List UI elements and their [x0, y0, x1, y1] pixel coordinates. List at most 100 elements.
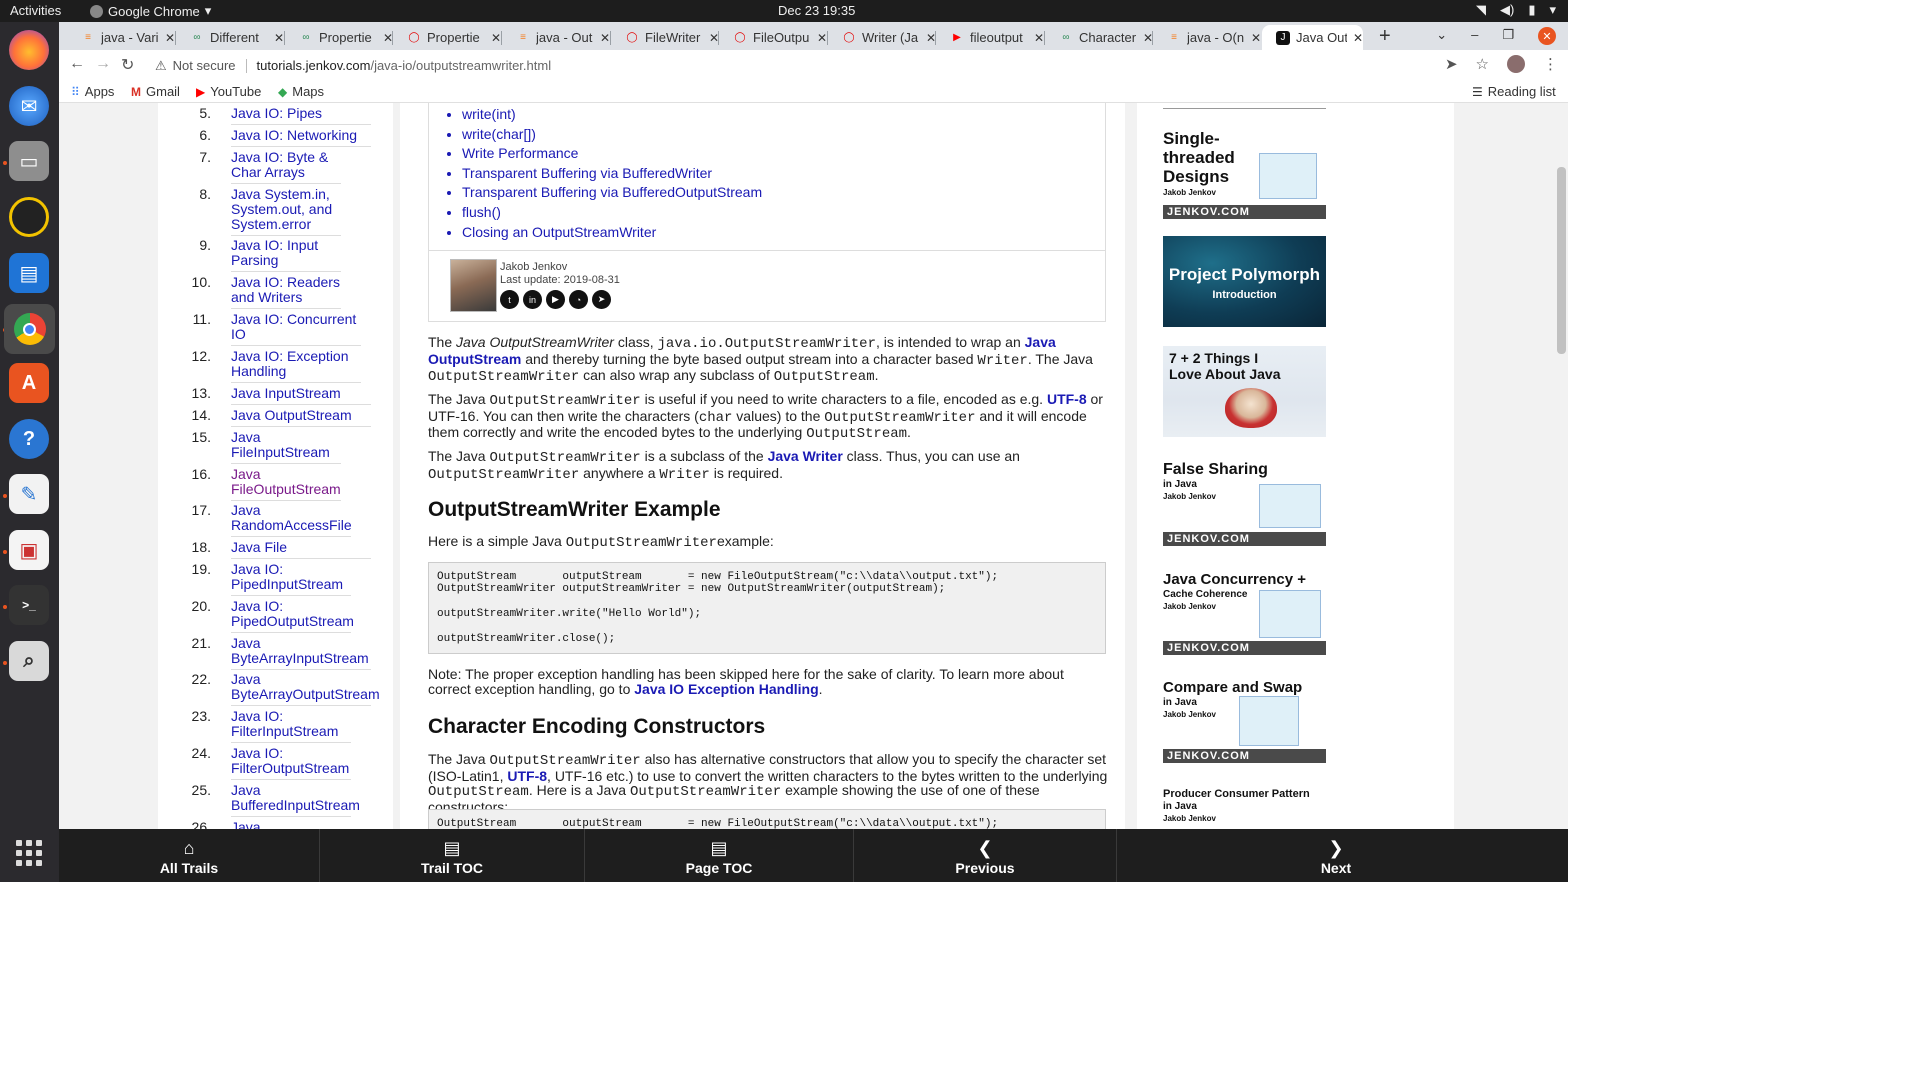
- trail-toc-link[interactable]: Java InputStream: [231, 386, 371, 405]
- close-tab-icon[interactable]: ✕: [817, 31, 827, 45]
- trail-toc-link[interactable]: Java IO: Exception Handling: [231, 349, 361, 383]
- browser-tab[interactable]: ≡ java - Vari ✕: [67, 25, 175, 50]
- thunderbird-icon[interactable]: ✉: [9, 86, 49, 126]
- new-tab-button[interactable]: +: [1379, 25, 1391, 48]
- files-icon[interactable]: ▭: [9, 141, 49, 181]
- close-window-icon[interactable]: ✕: [1538, 27, 1556, 45]
- next-button[interactable]: ❯ Next: [1117, 829, 1555, 882]
- more-menu-icon[interactable]: ⋮: [1543, 55, 1558, 73]
- clock[interactable]: Dec 23 19:35: [778, 3, 855, 18]
- browser-tab[interactable]: ◯ FileOutpu ✕: [719, 25, 827, 50]
- youtube-icon[interactable]: ▶: [546, 290, 565, 309]
- all-trails-button[interactable]: ⌂ All Trails: [59, 829, 319, 882]
- page-toc-link[interactable]: Closing an OutputStreamWriter: [462, 223, 762, 243]
- firefox-icon[interactable]: [9, 30, 49, 70]
- trail-toc-link[interactable]: Java: [231, 820, 371, 830]
- tab-search-icon[interactable]: ⌄: [1436, 27, 1447, 45]
- app-menu[interactable]: Google Chrome ▾: [90, 3, 211, 19]
- close-tab-icon[interactable]: ✕: [1353, 31, 1363, 45]
- browser-tab[interactable]: J Java Outp ✕: [1262, 25, 1363, 50]
- send-icon[interactable]: ➤: [1445, 55, 1458, 73]
- exception-handling-link[interactable]: Java IO Exception Handling: [634, 681, 818, 697]
- ad-single-threaded-designs[interactable]: Single-threaded Designs Jakob Jenkov JEN…: [1163, 129, 1326, 219]
- terminal-icon[interactable]: >_: [9, 585, 49, 625]
- trail-toc-link[interactable]: Java File: [231, 540, 371, 559]
- utf8-link-2[interactable]: UTF-8: [507, 768, 547, 784]
- ad-java-concurrency[interactable]: Java Concurrency + Cache Coherence Jakob…: [1163, 570, 1326, 655]
- page-toc-link[interactable]: write(int): [462, 105, 762, 125]
- magnifier-icon[interactable]: ⌕: [9, 641, 49, 681]
- bookmark-apps[interactable]: ⠿ Apps: [71, 84, 114, 99]
- page-toc-link[interactable]: Transparent Buffering via BufferedOutput…: [462, 183, 762, 203]
- scrollbar-thumb[interactable]: [1557, 167, 1566, 354]
- software-icon[interactable]: A: [9, 363, 49, 403]
- trail-toc-link[interactable]: Java System.in, System.out, and System.e…: [231, 187, 341, 236]
- browser-tab[interactable]: ◯ FileWriter ✕: [611, 25, 719, 50]
- browser-tab[interactable]: ≡ java - O(n ✕: [1153, 25, 1261, 50]
- ad-project-polymorph[interactable]: Project Polymorph Introduction: [1163, 236, 1326, 327]
- show-apps-icon[interactable]: [16, 840, 42, 866]
- trail-toc-link[interactable]: Java FileInputStream: [231, 430, 341, 464]
- bookmark-youtube[interactable]: ▶ YouTube: [196, 84, 261, 99]
- code-example-1[interactable]: OutputStream outputStream = new FileOutp…: [428, 562, 1106, 654]
- code-example-2[interactable]: OutputStream outputStream = new FileOutp…: [428, 809, 1106, 829]
- activities-button[interactable]: Activities: [10, 3, 61, 18]
- utf8-link[interactable]: UTF-8: [1047, 391, 1087, 407]
- trail-toc-link[interactable]: Java IO: Concurrent IO: [231, 312, 361, 346]
- linkedin-icon[interactable]: in: [523, 290, 542, 309]
- trail-toc-link[interactable]: Java RandomAccessFile: [231, 503, 352, 537]
- page-toc-link[interactable]: Write Performance: [462, 144, 762, 164]
- close-tab-icon[interactable]: ✕: [274, 31, 284, 45]
- close-tab-icon[interactable]: ✕: [165, 31, 175, 45]
- twitter-icon[interactable]: t: [500, 290, 519, 309]
- trail-toc-link[interactable]: Java IO: FilterInputStream: [231, 709, 351, 743]
- page-toc-link[interactable]: flush(): [462, 203, 762, 223]
- rss-icon[interactable]: ◔: [569, 290, 588, 309]
- close-tab-icon[interactable]: ✕: [600, 31, 610, 45]
- browser-tab[interactable]: ∞ Propertie ✕: [285, 25, 393, 50]
- trail-toc-link[interactable]: Java BufferedInputStream: [231, 783, 360, 817]
- trail-toc-link[interactable]: Java IO: Networking: [231, 128, 371, 147]
- browser-tab[interactable]: ◯ Propertie ✕: [393, 25, 501, 50]
- page-toc-button[interactable]: ▤ Page TOC: [585, 829, 853, 882]
- browser-tab[interactable]: ∞ Different ✕: [176, 25, 284, 50]
- close-tab-icon[interactable]: ✕: [491, 31, 501, 45]
- minimize-icon[interactable]: –: [1471, 27, 1478, 45]
- trail-toc-link[interactable]: Java ByteArrayOutputStream: [231, 672, 380, 706]
- trail-toc-link[interactable]: Java ByteArrayInputStream: [231, 636, 371, 670]
- page-toc-link[interactable]: write(char[]): [462, 125, 762, 145]
- restore-icon[interactable]: ❐: [1502, 27, 1514, 45]
- ad-false-sharing[interactable]: False Sharing in Java Jakob Jenkov JENKO…: [1163, 460, 1326, 546]
- reading-list-button[interactable]: ☰ Reading list: [1472, 84, 1556, 99]
- address-bar[interactable]: ⚠ Not secure tutorials.jenkov.com/java-i…: [147, 53, 1497, 78]
- trail-toc-link[interactable]: Java OutputStream: [231, 408, 371, 427]
- ad-compare-and-swap[interactable]: Compare and Swap in Java Jakob Jenkov JE…: [1163, 678, 1326, 763]
- close-tab-icon[interactable]: ✕: [1034, 31, 1044, 45]
- document-viewer-icon[interactable]: ▣: [9, 530, 49, 570]
- bookmark-gmail[interactable]: M Gmail: [131, 84, 180, 99]
- trail-toc-link[interactable]: Java IO: PipedInputStream: [231, 562, 351, 596]
- close-tab-icon[interactable]: ✕: [1251, 31, 1261, 45]
- browser-tab[interactable]: ◯ Writer (Ja ✕: [828, 25, 936, 50]
- trail-toc-link[interactable]: Java IO: Readers and Writers: [231, 275, 341, 309]
- trail-toc-link[interactable]: Java IO: FilterOutputStream: [231, 746, 351, 780]
- system-tray[interactable]: ◥ ◀) ▮ ▾: [1476, 2, 1556, 18]
- bookmark-maps[interactable]: ◆ Maps: [278, 84, 324, 99]
- trail-toc-button[interactable]: ▤ Trail TOC: [320, 829, 584, 882]
- page-scrollbar[interactable]: [1555, 103, 1568, 829]
- chrome-dock-icon[interactable]: [4, 304, 55, 354]
- java-writer-link[interactable]: Java Writer: [768, 448, 843, 464]
- rhythmbox-icon[interactable]: [9, 197, 49, 237]
- browser-tab[interactable]: ▶ fileoutput ✕: [936, 25, 1044, 50]
- browser-tab[interactable]: ≡ java - Out ✕: [502, 25, 610, 50]
- back-icon[interactable]: ←: [69, 55, 85, 73]
- writer-icon[interactable]: ▤: [9, 253, 49, 293]
- trail-toc-link[interactable]: Java IO: Byte & Char Arrays: [231, 150, 341, 184]
- previous-button[interactable]: ❮ Previous: [854, 829, 1116, 882]
- help-icon[interactable]: ?: [9, 419, 49, 459]
- trail-toc-link[interactable]: Java IO: Pipes: [231, 106, 371, 125]
- text-editor-icon[interactable]: ✎: [9, 474, 49, 514]
- browser-tab[interactable]: ∞ Character ✕: [1045, 25, 1153, 50]
- reload-icon[interactable]: ↻: [121, 55, 134, 75]
- bookmark-star-icon[interactable]: ☆: [1476, 55, 1489, 73]
